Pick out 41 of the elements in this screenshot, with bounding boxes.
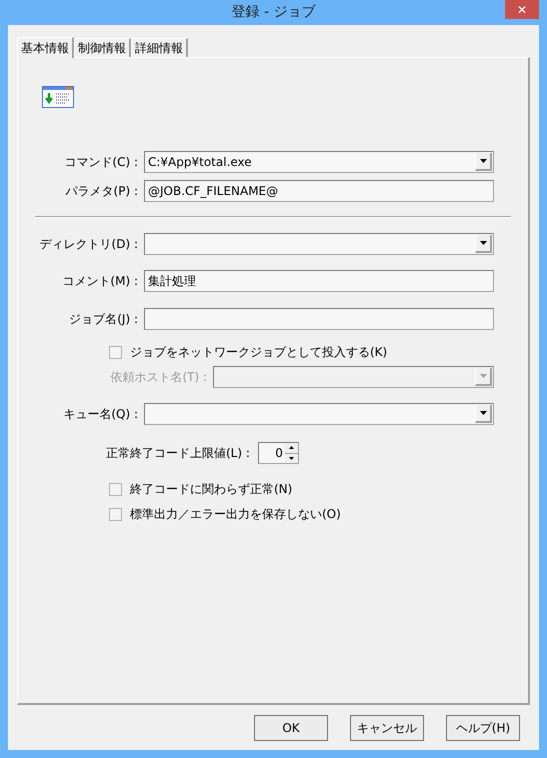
dropdown-field[interactable] [144, 403, 494, 425]
dropdown-button[interactable] [475, 153, 492, 171]
field-label: コメント(M) : [61, 273, 139, 290]
dropdown-button[interactable] [475, 235, 492, 253]
up-arrow-icon [288, 446, 294, 450]
number-spinner[interactable]: 0 [258, 442, 299, 464]
tab[interactable]: 制御情報 [74, 38, 131, 57]
dropdown-arrow-icon [480, 159, 486, 163]
dropdown-arrow-icon [480, 411, 486, 415]
text-field[interactable]: 集計処理 [144, 270, 494, 292]
close-button[interactable]: ✕ [505, 0, 539, 19]
text-field[interactable]: @JOB.CF_FILENAME@ [144, 180, 494, 202]
field-label: ジョブ名(J) : [68, 311, 139, 328]
checkbox-label: 標準出力／エラー出力を保存しない(O) [130, 506, 341, 523]
dropdown-arrow-icon [480, 374, 486, 378]
field-label: ディレクトリ(D) : [38, 236, 139, 253]
checkbox-label: ジョブをネットワークジョブとして投入する(K) [130, 344, 388, 361]
checkbox[interactable] [109, 508, 122, 520]
checkbox[interactable] [109, 482, 122, 496]
field-label: 正常終了コード上限値(L) : [106, 445, 251, 462]
dropdown-field[interactable] [144, 233, 494, 255]
tab[interactable]: 詳細情報 [131, 38, 188, 57]
spin-up-button[interactable] [284, 443, 298, 454]
tab[interactable]: 基本情報 [17, 37, 74, 58]
checkbox-label: 終了コードに関わらず正常(N) [130, 481, 292, 498]
dialog-button[interactable]: OK [254, 715, 328, 741]
dropdown-field[interactable]: C:¥App¥total.exe [144, 151, 494, 173]
field-label: コマンド(C) : [63, 154, 139, 171]
dropdown-button[interactable] [475, 405, 492, 423]
down-arrow-icon [288, 456, 294, 460]
window-title: 登録 - ジョブ [232, 3, 316, 22]
text-field[interactable] [144, 308, 494, 330]
job-window-icon [42, 86, 74, 108]
dialog-button[interactable]: ヘルプ(H) [446, 715, 520, 741]
spin-down-button[interactable] [284, 454, 298, 463]
field-label: 依頼ホスト名(T) : [109, 369, 208, 386]
field-label: パラメタ(P) : [64, 183, 139, 200]
checkbox[interactable] [109, 346, 122, 358]
dialog-button[interactable]: キャンセル [350, 715, 424, 741]
field-label: キュー名(Q) : [62, 406, 139, 423]
dropdown-arrow-icon [480, 241, 486, 245]
